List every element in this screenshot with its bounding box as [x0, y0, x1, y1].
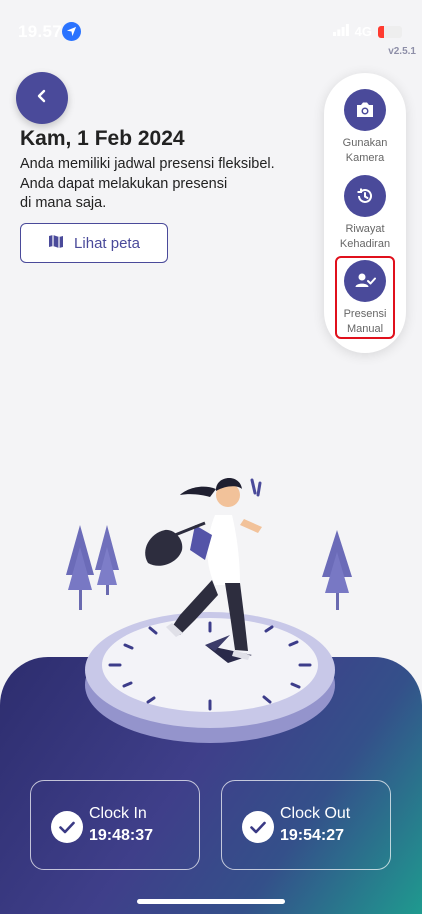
signal-icon: [332, 24, 349, 39]
view-map-label: Lihat peta: [74, 234, 140, 252]
history-icon: [344, 175, 386, 217]
highlight-box: [335, 256, 395, 339]
network-type: 4G: [354, 24, 372, 39]
use-camera-button[interactable]: Gunakan Kamera: [324, 89, 406, 166]
use-camera-label: Gunakan Kamera: [342, 137, 388, 164]
clock-out-card[interactable]: Clock Out 19:54:27: [221, 780, 391, 870]
check-icon: [51, 811, 83, 843]
status-bar: 19.57 4G: [0, 0, 422, 62]
chevron-left-icon: [34, 88, 50, 109]
check-icon: [242, 811, 274, 843]
clock-out-time: 19:54:27: [280, 827, 345, 844]
attendance-history-button[interactable]: Riwayat Kehadiran: [324, 175, 406, 252]
battery-icon: [378, 25, 402, 38]
clock-out-label: Clock Out: [280, 805, 351, 822]
camera-icon: [344, 89, 386, 131]
home-indicator[interactable]: [137, 899, 285, 904]
clock-in-card[interactable]: Clock In 19:48:37: [30, 780, 200, 870]
status-time: 19.57: [18, 22, 63, 41]
app-version: v2.5.1: [388, 46, 416, 57]
map-icon: [48, 234, 64, 253]
attendance-history-label: Riwayat Kehadiran: [339, 223, 391, 250]
page-title: Kam, 1 Feb 2024: [20, 127, 185, 150]
tree-right-icon: [322, 530, 352, 610]
location-arrow-icon: [62, 22, 81, 41]
clock-in-label: Clock In: [89, 805, 147, 822]
back-button[interactable]: [16, 72, 68, 124]
running-clock-illustration: [66, 477, 352, 743]
tree-left-icon: [66, 525, 119, 610]
clock-in-time: 19:48:37: [89, 827, 154, 844]
schedule-description: Anda memiliki jadwal presensi fleksibel.…: [20, 156, 275, 211]
status-indicators: 4G: [332, 24, 402, 39]
view-map-button[interactable]: Lihat peta: [20, 223, 168, 263]
